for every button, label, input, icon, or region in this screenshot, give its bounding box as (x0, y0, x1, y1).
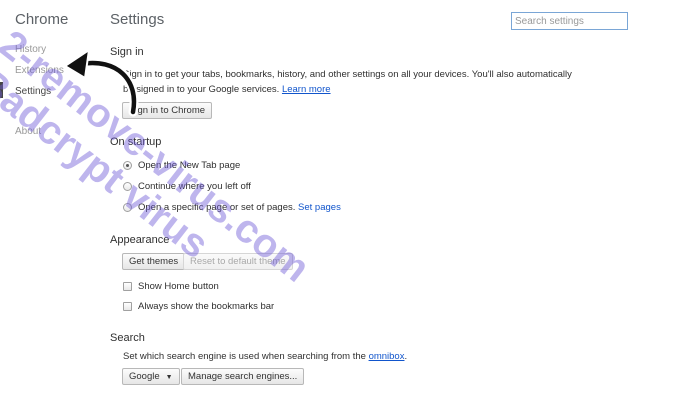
on-startup-heading: On startup (110, 136, 162, 148)
startup-continue-label: Continue where you left off (138, 181, 251, 192)
search-settings-input[interactable] (511, 12, 628, 30)
manage-search-engines-button[interactable]: Manage search engines... (181, 368, 305, 385)
startup-specific-pages-label: Open a specific page or set of pages. (138, 202, 296, 213)
startup-continue-radio[interactable] (123, 182, 132, 191)
app-title: Chrome (15, 11, 69, 28)
startup-new-tab-label: Open the New Tab page (138, 160, 241, 171)
startup-new-tab-radio[interactable] (123, 161, 132, 170)
search-description: Set which search engine is used when sea… (123, 351, 407, 362)
show-home-button-label: Show Home button (138, 281, 219, 292)
show-home-button-checkbox[interactable] (123, 282, 132, 291)
reset-theme-button[interactable]: Reset to default theme (183, 253, 293, 270)
search-engine-select[interactable]: Google ▼ (122, 368, 180, 385)
sidebar-item-history[interactable]: History (15, 44, 46, 55)
search-description-text: Set which search engine is used when sea… (123, 351, 366, 362)
startup-specific-pages-radio[interactable] (123, 203, 132, 212)
learn-more-link[interactable]: Learn more (282, 84, 331, 95)
chevron-down-icon: ▼ (165, 374, 173, 381)
get-themes-button[interactable]: Get themes (122, 253, 186, 270)
omnibox-link[interactable]: omnibox (369, 351, 405, 362)
sidebar-item-about[interactable]: About (15, 126, 41, 137)
set-pages-link[interactable]: Set pages (298, 202, 341, 213)
search-heading: Search (110, 332, 145, 344)
show-bookmarks-bar-label: Always show the bookmarks bar (138, 301, 275, 312)
show-bookmarks-bar-checkbox[interactable] (123, 302, 132, 311)
sidebar-item-settings[interactable]: Settings (15, 86, 51, 97)
sign-in-description-text: be signed in to your Google services. (123, 84, 280, 95)
search-engine-value: Google (129, 371, 160, 382)
page-title: Settings (110, 11, 165, 28)
sign-in-description-line1: Sign in to get your tabs, bookmarks, his… (123, 69, 572, 80)
active-nav-indicator (0, 82, 3, 98)
appearance-heading: Appearance (110, 234, 170, 246)
arrow-annotation-icon (63, 47, 139, 117)
search-description-period: . (404, 351, 408, 362)
sign-in-description-line2: be signed in to your Google services. Le… (123, 84, 331, 95)
startup-specific-pages-row: Open a specific page or set of pages. Se… (138, 202, 341, 213)
